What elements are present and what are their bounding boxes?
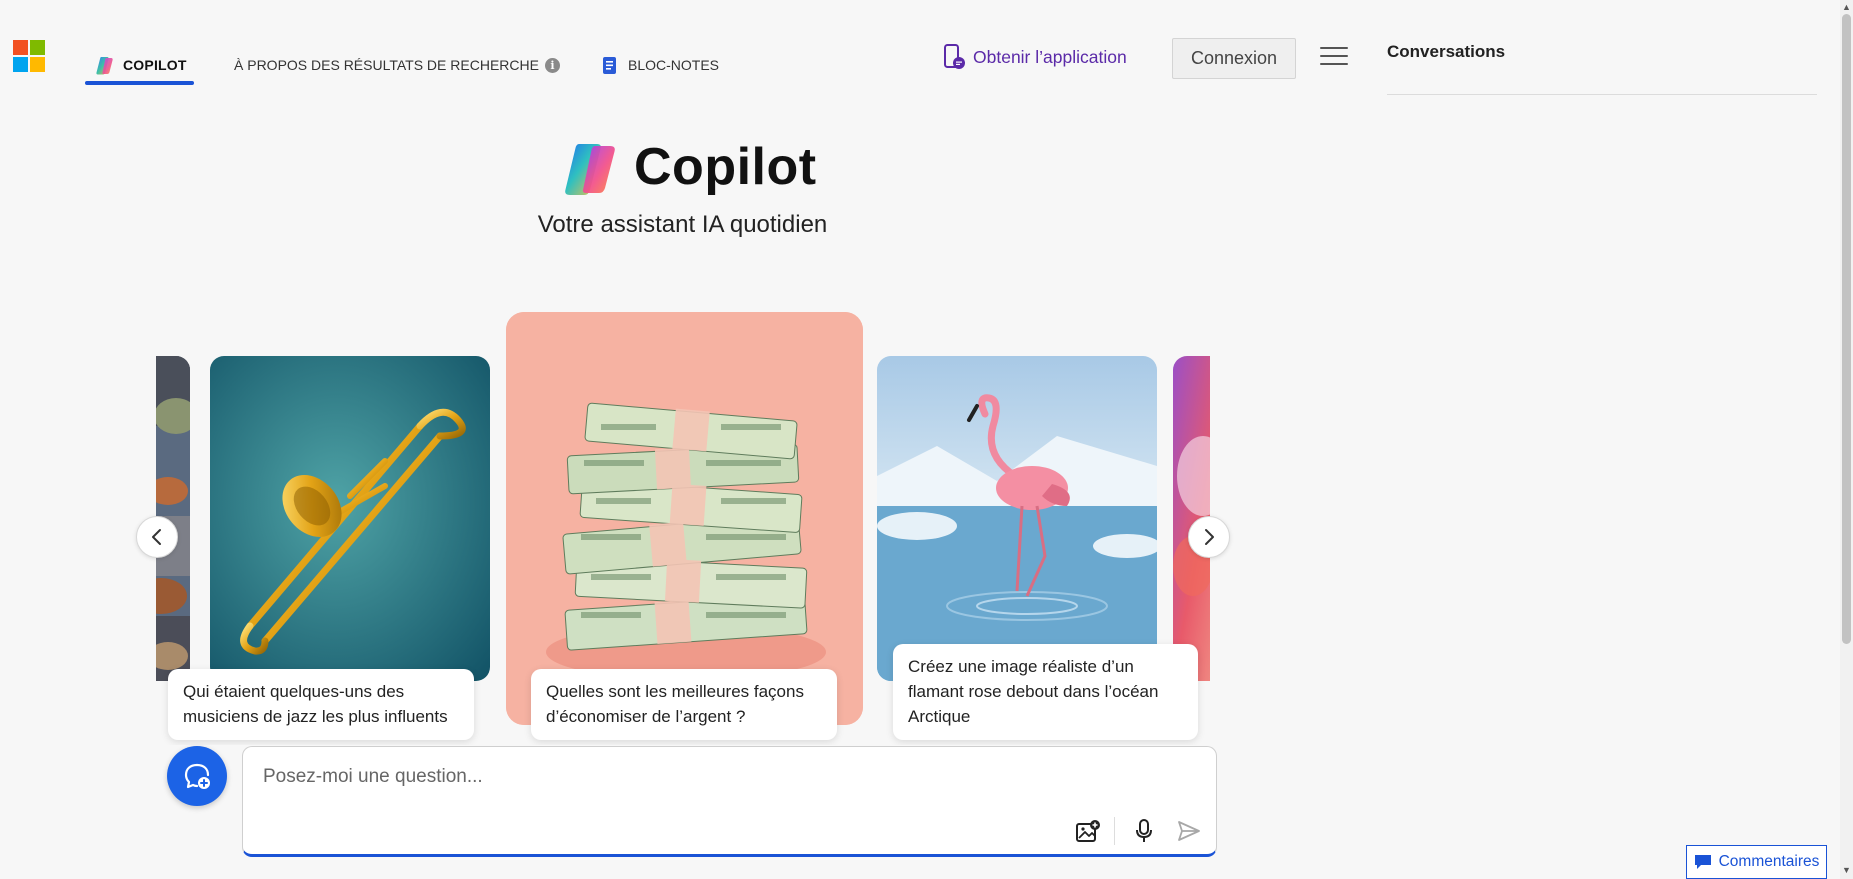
feedback-label: Commentaires [1718, 853, 1820, 870]
microsoft-logo[interactable] [13, 40, 45, 72]
suggestion-card-savings[interactable] [506, 312, 863, 725]
feedback-button[interactable]: Commentaires [1686, 845, 1827, 879]
add-image-icon [1076, 820, 1100, 842]
chat-input[interactable] [261, 765, 1165, 789]
hero-title: Copilot [634, 138, 817, 196]
divider [1114, 817, 1115, 845]
flamingo-image [877, 356, 1157, 681]
copilot-icon [96, 56, 113, 74]
caption-text: Quelles sont les meilleures façons d’éco… [546, 682, 804, 726]
caption-text: Qui étaient quelques-uns des musiciens d… [183, 682, 448, 726]
caption-text: Créez une image réaliste d’un flamant ro… [908, 657, 1159, 726]
logo-square-blue [13, 57, 28, 72]
add-image-button[interactable] [1072, 815, 1104, 847]
divider [1387, 94, 1817, 95]
new-chat-icon [184, 763, 210, 789]
tab-copilot-label: COPILOT [123, 57, 187, 73]
new-topic-button[interactable] [167, 746, 227, 806]
carousel-prev-button[interactable] [136, 516, 178, 558]
tab-about-search-results[interactable]: À PROPOS DES RÉSULTATS DE RECHERCHE i [234, 46, 560, 84]
logo-square-green [30, 40, 45, 55]
tab-about-label: À PROPOS DES RÉSULTATS DE RECHERCHE [234, 57, 539, 73]
suggestion-carousel: Qui étaient quelques-uns des musiciens d… [156, 300, 1210, 745]
scroll-down-arrow-icon[interactable]: ▼ [1842, 865, 1851, 875]
microphone-button[interactable] [1128, 815, 1160, 847]
chevron-left-icon [152, 529, 161, 545]
money-stack-image [506, 312, 863, 725]
phone-app-icon [944, 44, 965, 69]
chevron-right-icon [1205, 529, 1214, 545]
trombone-image [210, 356, 490, 681]
login-button[interactable]: Connexion [1172, 38, 1296, 79]
tab-notebook[interactable]: BLOC-NOTES [602, 46, 719, 84]
get-app-label: Obtenir l’application [973, 46, 1127, 67]
active-tab-indicator [85, 81, 194, 85]
scroll-up-arrow-icon[interactable]: ▲ [1842, 2, 1851, 12]
suggestion-card-jazz[interactable] [210, 356, 490, 681]
suggestion-caption-flamingo[interactable]: Créez une image réaliste d’un flamant ro… [893, 644, 1198, 740]
suggestion-caption-savings[interactable]: Quelles sont les meilleures façons d’éco… [531, 669, 837, 740]
hero-subtitle: Votre assistant IA quotidien [537, 211, 828, 238]
tab-copilot[interactable]: COPILOT [85, 46, 197, 84]
suggestion-card-flamingo[interactable] [877, 356, 1157, 681]
notebook-icon [603, 56, 616, 74]
feedback-icon [1694, 855, 1711, 869]
send-button[interactable] [1173, 815, 1205, 847]
hamburger-menu-icon[interactable] [1320, 47, 1348, 69]
logo-square-red [13, 40, 28, 55]
conversations-title: Conversations [1387, 42, 1506, 61]
suggestion-caption-jazz[interactable]: Qui étaient quelques-uns des musiciens d… [168, 669, 474, 740]
tab-notebook-label: BLOC-NOTES [628, 57, 720, 73]
get-app-link[interactable]: Obtenir l’application [942, 42, 1127, 72]
chat-composer [242, 746, 1217, 857]
carousel-next-button[interactable] [1188, 516, 1230, 558]
info-icon: i [544, 57, 560, 73]
microphone-icon [1136, 819, 1152, 842]
send-icon [1178, 821, 1200, 841]
copilot-logo-icon [565, 144, 615, 195]
logo-square-yellow [30, 57, 45, 72]
scrollbar-thumb[interactable] [1842, 14, 1851, 644]
